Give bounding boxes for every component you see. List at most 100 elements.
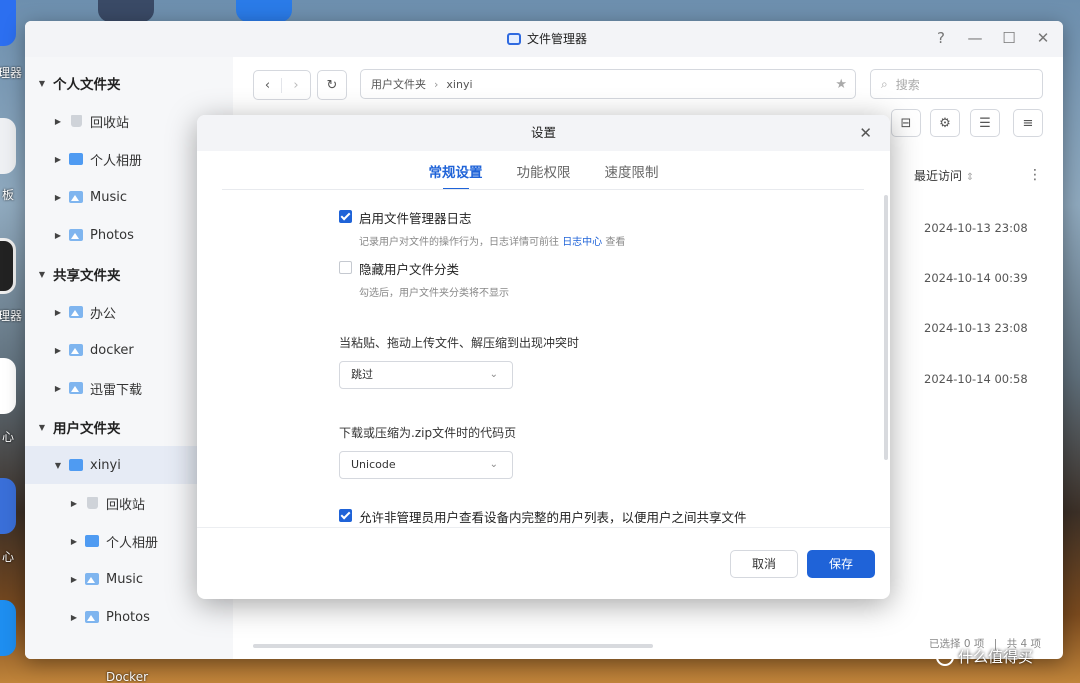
breadcrumb[interactable]: 用户文件夹 › xinyi ★ (360, 69, 856, 99)
music-folder-icon (69, 191, 83, 203)
tab-speed-limit[interactable]: 速度限制 (605, 161, 659, 191)
desktop-app-icon[interactable] (0, 600, 16, 656)
refresh-button[interactable]: ↻ (317, 70, 347, 100)
chevron-down-icon: ⌄ (489, 369, 498, 380)
column-header-recent[interactable]: 最近访问 ⇕ (914, 167, 974, 184)
dialog-tabs: 常规设置 功能权限 速度限制 (197, 161, 890, 191)
help-icon[interactable]: ? (933, 29, 949, 47)
folder-icon (69, 459, 83, 471)
search-placeholder: 搜索 (895, 77, 920, 92)
desktop-app-label: 心 (2, 430, 15, 444)
window-title-text: 文件管理器 (527, 32, 588, 46)
hide-user-folders-checkbox[interactable] (339, 261, 352, 274)
log-center-link[interactable]: 日志中心 (562, 237, 602, 248)
tools-button[interactable]: ⊟ (891, 109, 921, 137)
search-icon: ⌕ (881, 76, 888, 91)
maximize-icon[interactable]: ☐ (1001, 29, 1017, 47)
back-icon[interactable]: ‹ (254, 77, 282, 93)
sidebar-group-personal[interactable]: ▼ 个人文件夹 (25, 64, 233, 102)
caret-right-icon[interactable]: ▶ (69, 499, 79, 508)
sidebar-item-label: 办公 (90, 306, 117, 322)
close-icon[interactable]: ✕ (859, 124, 872, 142)
vertical-scrollbar[interactable] (884, 195, 888, 460)
description-text: 查看 (602, 237, 626, 248)
desktop-app-icon[interactable] (0, 0, 16, 46)
horizontal-scrollbar[interactable] (253, 644, 653, 648)
allow-user-list-label: 允许非管理员用户查看设备内完整的用户列表，以便用户之间共享文件 (359, 510, 747, 525)
caret-right-icon[interactable]: ▶ (53, 155, 63, 164)
cancel-button[interactable]: 取消 (730, 550, 798, 578)
breadcrumb-item[interactable]: xinyi (446, 78, 472, 91)
shared-folder-icon (69, 382, 83, 394)
desktop-app-icon[interactable] (0, 238, 16, 294)
image-folder-icon (85, 611, 99, 623)
caret-right-icon[interactable]: ▶ (53, 346, 63, 355)
tab-general[interactable]: 常规设置 (429, 161, 483, 191)
desktop-app-icon[interactable] (0, 118, 16, 174)
conflict-label: 当粘贴、拖动上传文件、解压缩到出现冲突时 (339, 336, 580, 350)
tab-permissions[interactable]: 功能权限 (517, 161, 571, 191)
breadcrumb-item[interactable]: 用户文件夹 (371, 76, 426, 92)
desktop-app-icon[interactable] (0, 478, 16, 534)
caret-right-icon[interactable]: ▶ (53, 308, 63, 317)
caret-down-icon[interactable]: ▼ (53, 461, 63, 470)
sidebar-item-label: Music (106, 571, 143, 587)
search-input[interactable]: ⌕ 搜索 (870, 69, 1043, 99)
sidebar-group-label: 共享文件夹 (53, 268, 121, 284)
footer-divider (197, 527, 890, 528)
caret-right-icon[interactable]: ▶ (53, 117, 63, 126)
desktop-app-label: 理器 (0, 66, 23, 80)
star-icon[interactable]: ★ (835, 77, 847, 92)
enable-log-description: 记录用户对文件的操作行为，日志详情可前往 日志中心 查看 (359, 233, 625, 248)
sidebar-group-label: 用户文件夹 (53, 421, 121, 437)
table-cell-date: 2024-10-14 00:39 (924, 271, 1028, 285)
save-button[interactable]: 保存 (807, 550, 875, 578)
sidebar-item-xinyi-photos[interactable]: ▶ Photos (25, 598, 233, 636)
close-icon[interactable]: ✕ (1035, 29, 1051, 47)
file-manager-icon (507, 32, 521, 45)
caret-down-icon[interactable]: ▼ (37, 270, 47, 279)
caret-right-icon[interactable]: ▶ (69, 537, 79, 546)
desktop-app-icon[interactable] (0, 358, 16, 414)
sort-button[interactable]: ≡ (1013, 109, 1043, 137)
shared-folder-icon (69, 306, 83, 318)
settings-button[interactable]: ⚙ (930, 109, 960, 137)
chevron-right-icon: › (434, 77, 439, 91)
view-mode-button[interactable]: ☰ (970, 109, 1000, 137)
sidebar-item-label: Photos (90, 227, 134, 243)
conflict-select[interactable]: 跳过 ⌄ (339, 361, 513, 389)
hide-user-folders-label: 隐藏用户文件分类 (359, 262, 460, 277)
folder-icon (85, 535, 99, 547)
minimize-icon[interactable]: — (967, 29, 983, 47)
enable-log-checkbox[interactable] (339, 210, 352, 223)
table-cell-date: 2024-10-13 23:08 (924, 321, 1028, 335)
refresh-icon: ↻ (326, 77, 338, 93)
desktop-app-icon[interactable] (98, 0, 154, 22)
chevron-down-icon: ⌄ (489, 459, 498, 470)
conflict-select-value: 跳过 (351, 368, 373, 381)
desktop-app-label: 理器 (0, 309, 23, 323)
gear-icon: ⚙ (939, 115, 951, 131)
caret-right-icon[interactable]: ▶ (69, 613, 79, 622)
caret-right-icon[interactable]: ▶ (53, 384, 63, 393)
caret-down-icon[interactable]: ▼ (37, 423, 47, 432)
sidebar-item-label: 个人相册 (90, 153, 143, 169)
forward-icon[interactable]: › (282, 78, 310, 93)
description-text: 记录用户对文件的操作行为，日志详情可前往 (359, 237, 563, 248)
sidebar-item-label: xinyi (90, 457, 121, 473)
desktop-app-label: 板 (2, 188, 15, 202)
title-bar[interactable]: 文件管理器 ? — ☐ ✕ (25, 21, 1063, 57)
desktop-app-icon[interactable] (236, 0, 292, 22)
allow-user-list-checkbox[interactable] (339, 509, 352, 522)
caret-right-icon[interactable]: ▶ (53, 193, 63, 202)
toolbox-icon: ⊟ (900, 115, 912, 131)
hide-user-folders-description: 勾选后，用户文件夹分类将不显示 (359, 288, 509, 299)
caret-right-icon[interactable]: ▶ (53, 231, 63, 240)
sidebar-item-label: Photos (106, 609, 150, 625)
caret-down-icon[interactable]: ▼ (37, 79, 47, 88)
caret-right-icon[interactable]: ▶ (69, 575, 79, 584)
more-vertical-icon[interactable]: ⋮ (1028, 167, 1042, 183)
codepage-select[interactable]: Unicode ⌄ (339, 451, 513, 479)
settings-dialog: 设置 ✕ 常规设置 功能权限 速度限制 启用文件管理器日志 记录用户对文件的操作… (197, 115, 890, 599)
trash-icon (87, 497, 98, 509)
